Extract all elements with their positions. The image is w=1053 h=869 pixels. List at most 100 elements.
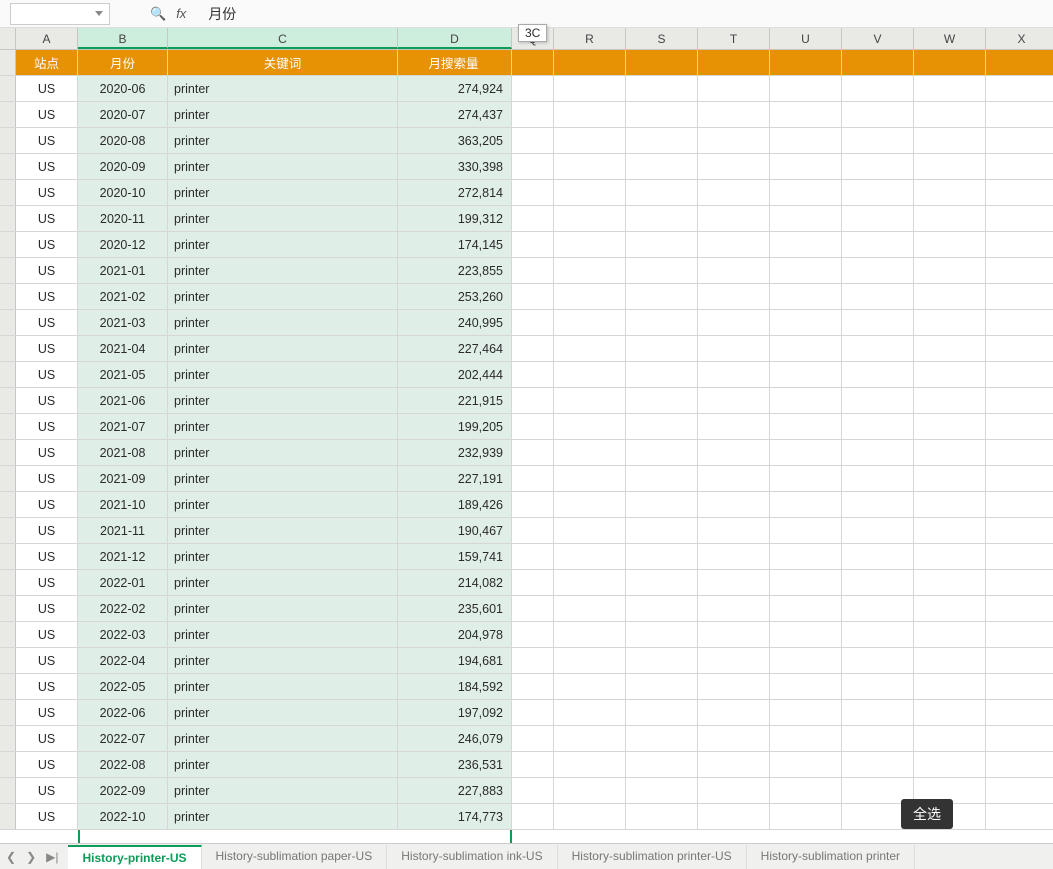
cell-volume[interactable]: 199,205 (398, 414, 512, 439)
cell[interactable] (986, 310, 1053, 335)
cell[interactable] (512, 804, 554, 829)
row-header[interactable] (0, 232, 16, 257)
cell-month[interactable]: 2022-01 (78, 570, 168, 595)
cell-volume[interactable]: 227,464 (398, 336, 512, 361)
cell[interactable] (842, 284, 914, 309)
cell[interactable] (698, 336, 770, 361)
cell-keyword[interactable]: printer (168, 466, 398, 491)
cell-site[interactable]: US (16, 310, 78, 335)
cell[interactable] (554, 284, 626, 309)
cell[interactable] (512, 752, 554, 777)
cell[interactable] (626, 492, 698, 517)
row-header[interactable] (0, 596, 16, 621)
cell-site[interactable]: US (16, 206, 78, 231)
cell[interactable] (914, 336, 986, 361)
cell-site[interactable]: US (16, 388, 78, 413)
cell-keyword[interactable]: printer (168, 518, 398, 543)
cell-site[interactable]: US (16, 414, 78, 439)
cell[interactable] (512, 440, 554, 465)
cell-volume[interactable]: 240,995 (398, 310, 512, 335)
cell[interactable] (842, 700, 914, 725)
cell[interactable] (626, 778, 698, 803)
cell[interactable] (986, 388, 1053, 413)
cell[interactable] (914, 648, 986, 673)
cell-site[interactable]: US (16, 76, 78, 101)
cell-site[interactable]: US (16, 154, 78, 179)
cell[interactable] (554, 180, 626, 205)
cell[interactable] (512, 648, 554, 673)
cell[interactable] (626, 674, 698, 699)
cell[interactable] (842, 466, 914, 491)
cell[interactable] (698, 50, 770, 75)
cell-volume[interactable]: 227,191 (398, 466, 512, 491)
cell-volume[interactable]: 174,773 (398, 804, 512, 829)
cell[interactable] (986, 258, 1053, 283)
cell[interactable] (914, 310, 986, 335)
cell[interactable] (986, 180, 1053, 205)
col-header-B[interactable]: B (78, 28, 168, 49)
cell[interactable] (512, 362, 554, 387)
cell-keyword[interactable]: printer (168, 544, 398, 569)
cell-month[interactable]: 2022-08 (78, 752, 168, 777)
cell-volume[interactable]: 246,079 (398, 726, 512, 751)
cell[interactable] (626, 388, 698, 413)
cell[interactable] (554, 232, 626, 257)
cell[interactable] (986, 726, 1053, 751)
cell[interactable] (914, 232, 986, 257)
cell[interactable] (986, 362, 1053, 387)
cell-month[interactable]: 2021-11 (78, 518, 168, 543)
cell[interactable] (698, 570, 770, 595)
cell-site[interactable]: US (16, 362, 78, 387)
cell[interactable] (554, 804, 626, 829)
col-header-A[interactable]: A (16, 28, 78, 49)
cell[interactable] (986, 128, 1053, 153)
cell[interactable] (770, 206, 842, 231)
cell[interactable] (842, 622, 914, 647)
tab-last-icon[interactable]: ▶| (46, 850, 58, 864)
cell[interactable] (842, 76, 914, 101)
row-header[interactable] (0, 778, 16, 803)
cell[interactable] (626, 336, 698, 361)
cell-month[interactable]: 2022-02 (78, 596, 168, 621)
cell-volume[interactable]: 223,855 (398, 258, 512, 283)
cell-month[interactable]: 2022-07 (78, 726, 168, 751)
cell[interactable] (986, 544, 1053, 569)
cell[interactable] (512, 388, 554, 413)
cell-keyword[interactable]: printer (168, 362, 398, 387)
cell-keyword[interactable]: printer (168, 336, 398, 361)
cell[interactable] (512, 674, 554, 699)
cell[interactable] (626, 154, 698, 179)
cell[interactable] (512, 778, 554, 803)
cell[interactable] (554, 76, 626, 101)
cell[interactable] (986, 76, 1053, 101)
cell-month[interactable]: 2022-05 (78, 674, 168, 699)
cell[interactable] (512, 310, 554, 335)
cell[interactable] (512, 128, 554, 153)
row-header[interactable] (0, 310, 16, 335)
cell-month[interactable]: 2022-09 (78, 778, 168, 803)
row-header[interactable] (0, 388, 16, 413)
cell[interactable] (914, 570, 986, 595)
cell[interactable] (914, 466, 986, 491)
cell[interactable] (698, 440, 770, 465)
cell[interactable] (626, 180, 698, 205)
cell[interactable] (842, 50, 914, 75)
row-header[interactable] (0, 700, 16, 725)
hdr-keyword[interactable]: 关键词 (168, 50, 398, 75)
cell[interactable] (770, 310, 842, 335)
cell-site[interactable]: US (16, 544, 78, 569)
cell-keyword[interactable]: printer (168, 674, 398, 699)
cell[interactable] (512, 258, 554, 283)
cell[interactable] (986, 232, 1053, 257)
cell[interactable] (770, 752, 842, 777)
cell[interactable] (842, 258, 914, 283)
cell[interactable] (554, 388, 626, 413)
cell-volume[interactable]: 174,145 (398, 232, 512, 257)
zoom-icon[interactable]: 🔍 (150, 6, 166, 22)
cell[interactable] (698, 154, 770, 179)
row-header[interactable] (0, 492, 16, 517)
sheet-tab[interactable]: History-sublimation printer (747, 845, 915, 869)
cell[interactable] (770, 726, 842, 751)
cell[interactable] (770, 570, 842, 595)
cell[interactable] (914, 492, 986, 517)
